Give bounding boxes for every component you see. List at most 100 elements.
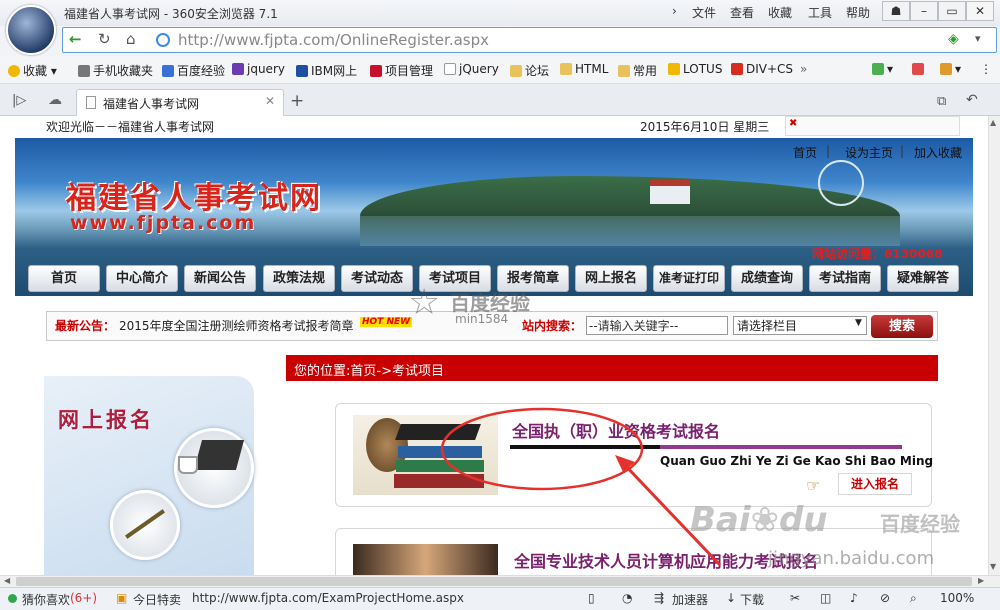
tab-restore-icon[interactable]: ⧉ — [937, 94, 946, 109]
bookmark-baidu-jingyan[interactable]: 百度经验 — [162, 62, 225, 79]
date-text: 2015年6月10日 星期三 — [640, 120, 770, 134]
address-dropdown-icon[interactable]: ▾ — [975, 32, 981, 45]
nav-online-register[interactable]: 网上报名 — [575, 265, 647, 292]
download-label[interactable]: 下载 — [740, 591, 764, 608]
bookmarks-more-icon[interactable]: » — [800, 62, 807, 76]
star-icon — [8, 65, 20, 77]
menu-arrow-icon[interactable]: › — [672, 4, 677, 18]
bookmark-favorites[interactable]: 收藏 ▾ — [8, 62, 57, 79]
speed-icon[interactable]: ◔ — [622, 591, 632, 605]
search-input[interactable] — [586, 316, 728, 335]
minimize-icon[interactable]: – — [910, 1, 938, 21]
nav-news[interactable]: 新闻公告 — [184, 265, 256, 292]
nav-exam-guide[interactable]: 考试指南 — [809, 265, 881, 292]
top-link-set-homepage[interactable]: 设为主页 — [845, 144, 893, 161]
nav-home[interactable]: 首页 — [28, 265, 100, 292]
menu-tools[interactable]: 工具 — [808, 4, 832, 21]
top-link-add-favorite[interactable]: 加入收藏 — [914, 144, 962, 161]
tab-close-icon[interactable]: ✕ — [265, 94, 275, 108]
annotation-ellipse — [440, 407, 644, 491]
bookmark-jquery-2[interactable]: jQuery — [444, 62, 499, 76]
today-deals[interactable]: 今日特卖 — [133, 591, 181, 608]
horizontal-scroll-thumb[interactable] — [16, 577, 972, 586]
extension-icon[interactable]: ▾ — [940, 62, 961, 76]
watermark-user: min1584 — [455, 312, 509, 326]
skin-icon[interactable]: ☗ — [882, 1, 910, 21]
refresh-icon[interactable]: ↻ — [98, 30, 111, 48]
maximize-icon[interactable]: ▭ — [938, 1, 966, 21]
top-link-separator: | — [900, 144, 905, 158]
scroll-up-icon[interactable]: ▲ — [990, 118, 996, 127]
menu-favorites[interactable]: 收藏 — [768, 4, 792, 21]
screenshot-icon[interactable]: ✂ — [790, 591, 800, 605]
bookmark-project[interactable]: 项目管理 — [370, 62, 433, 79]
bookmark-divcss[interactable]: DIV+CS — [731, 62, 793, 76]
window-title: 福建省人事考试网 - 360安全浏览器 7.1 — [64, 7, 278, 21]
mobile-icon[interactable]: ▯ — [588, 591, 595, 605]
top-link-home[interactable]: 首页 — [793, 144, 817, 161]
back-icon[interactable]: ← — [69, 30, 82, 48]
clean-icon[interactable]: ⊘ — [880, 591, 890, 605]
guess-you-like[interactable]: 猜你喜欢 — [22, 591, 70, 608]
site-logo-title[interactable]: 福建省人事考试网 — [66, 173, 322, 217]
close-icon[interactable]: ✕ — [966, 1, 994, 21]
baidu-star-icon: ☆ — [408, 282, 441, 323]
url-text[interactable]: http://www.fjpta.com/OnlineRegister.aspx — [178, 31, 489, 49]
sound-icon[interactable]: ♪ — [850, 591, 858, 605]
bookmark-html[interactable]: HTML — [560, 62, 608, 76]
folder-icon — [510, 65, 522, 77]
notice-link[interactable]: 2015年度全国注册测绘师资格考试报考简章 — [119, 317, 354, 334]
mail-icon[interactable] — [912, 62, 927, 76]
home-icon[interactable]: ⌂ — [126, 30, 136, 48]
zoom-icon[interactable]: ⌕ — [910, 591, 917, 606]
status-url: http://www.fjpta.com/ExamProjectHome.asp… — [192, 591, 464, 605]
scroll-down-icon[interactable]: ▼ — [990, 562, 996, 571]
bookmark-jquery[interactable]: jquery — [232, 62, 285, 76]
scroll-left-icon[interactable]: ◀ — [4, 576, 10, 585]
menu-help[interactable]: 帮助 — [846, 4, 870, 21]
nav-score-query[interactable]: 成绩查询 — [731, 265, 803, 292]
scroll-right-icon[interactable]: ▶ — [978, 576, 984, 585]
apps-icon[interactable]: ▾ — [872, 62, 893, 76]
jquery-icon — [232, 63, 244, 75]
nav-policy[interactable]: 政策法规 — [263, 265, 335, 292]
breadcrumb: 您的位置:首页->考试项目 — [294, 364, 444, 379]
new-tab-icon[interactable]: + — [290, 91, 304, 111]
category-select-value: 请选择栏目 — [737, 319, 798, 333]
user-avatar[interactable] — [6, 5, 56, 55]
undo-close-icon[interactable]: ↶ — [966, 92, 978, 108]
search-button[interactable]: 搜索 — [871, 315, 933, 338]
site-globe-icon — [156, 33, 170, 47]
jingyan-watermark-title: 百度经验 — [880, 512, 960, 536]
nav-faq[interactable]: 疑难解答 — [887, 265, 959, 292]
document-icon — [444, 63, 456, 75]
accelerator-label[interactable]: 加速器 — [672, 591, 708, 608]
bookmark-common[interactable]: 常用 — [618, 62, 657, 79]
bookmark-ibm[interactable]: IBM网上 — [296, 62, 357, 79]
sidebar-toggle-icon[interactable]: |▷ — [12, 93, 26, 108]
vertical-scrollbar[interactable] — [988, 116, 1000, 575]
cloud-icon[interactable]: ☁ — [48, 92, 62, 108]
phone-icon — [78, 65, 90, 77]
camera-icon[interactable]: ◫ — [820, 591, 831, 605]
folder-icon — [618, 65, 630, 77]
secure-icon[interactable]: ◈ — [948, 31, 959, 47]
tab-fjpta[interactable]: 福建省人事考试网 ✕ — [76, 89, 284, 116]
bookmark-lotus[interactable]: LOTUS — [668, 62, 722, 76]
accelerator-icon: ⇶ — [654, 591, 665, 605]
annotation-arrow-head — [615, 455, 635, 472]
nav-admission-ticket[interactable]: 准考证打印 — [653, 265, 725, 292]
keyboard-graphic — [193, 440, 245, 470]
broken-image-icon: ✖ — [789, 118, 798, 129]
toolbar-more-icon[interactable]: ⋮ — [980, 62, 992, 76]
annotation-overlay — [440, 407, 722, 567]
bookmark-forum[interactable]: 论坛 — [510, 62, 549, 79]
nav-exam-news[interactable]: 考试动态 — [341, 265, 413, 292]
browser-window: 福建省人事考试网 - 360安全浏览器 7.1 › 文件 查看 收藏 工具 帮助… — [0, 0, 1000, 610]
bookmark-mobile[interactable]: 手机收藏夹 — [78, 62, 153, 79]
menu-file[interactable]: 文件 — [692, 4, 716, 21]
enter-register-button[interactable]: 进入报名 — [838, 473, 912, 495]
menu-view[interactable]: 查看 — [730, 4, 754, 21]
zoom-level[interactable]: 100% — [940, 591, 974, 605]
nav-about[interactable]: 中心简介 — [106, 265, 178, 292]
